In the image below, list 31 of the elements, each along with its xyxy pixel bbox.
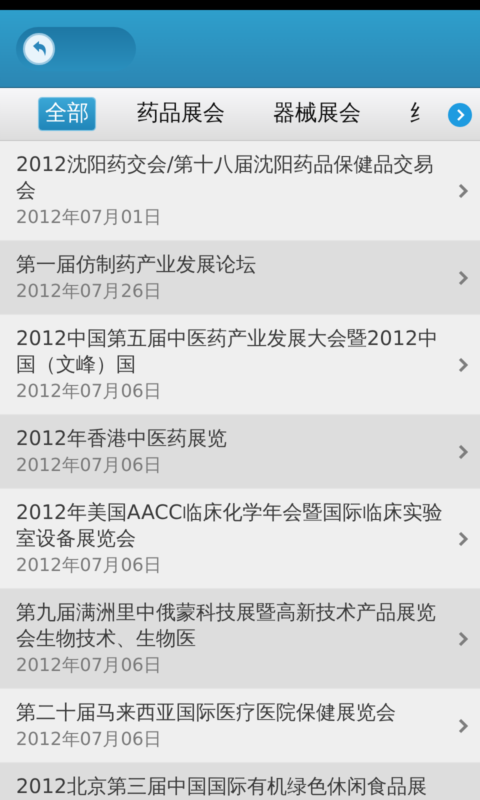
event-date: 2012年07月06日	[16, 654, 163, 678]
event-date: 2012年07月06日	[16, 728, 163, 752]
event-title: 2012中国第五届中医药产业发展大会暨2012中国（文峰）国	[16, 325, 439, 377]
event-date: 2012年07月26日	[16, 280, 163, 304]
chevron-right-icon	[458, 718, 468, 734]
chevron-right-icon	[458, 444, 468, 460]
category-tab[interactable]: 药品展会	[131, 98, 231, 130]
event-title: 第九届满洲里中俄蒙科技展暨高新技术产品展览会生物技术、生物医	[16, 599, 437, 651]
event-date: 2012年07月06日	[16, 380, 163, 404]
event-title: 第二十届马来西亚国际医疗医院保健展览会	[16, 699, 397, 725]
chevron-right-icon	[458, 270, 468, 286]
chevron-right-icon	[458, 630, 468, 646]
event-title: 第一届仿制药产业发展论坛	[16, 251, 257, 277]
event-row[interactable]: 2012年香港中医药展览 2012年07月06日	[0, 415, 480, 489]
chevron-right-icon	[458, 182, 468, 198]
event-title: 2012沈阳药交会/第十八届沈阳药品保健品交易会	[16, 151, 435, 203]
chevron-right-icon[interactable]	[448, 103, 472, 127]
event-row[interactable]: 2012北京第三届中国国际有机绿色休闲食品展	[0, 763, 480, 800]
event-title: 2012年美国AACC临床化学年会暨国际临床实验室设备展览会	[16, 499, 444, 551]
category-tab[interactable]: 纟	[403, 98, 437, 130]
category-tab[interactable]: 器械展会	[267, 98, 367, 130]
event-date: 2012年07月01日	[16, 206, 163, 230]
event-title: 2012北京第三届中国国际有机绿色休闲食品展	[16, 773, 428, 799]
event-date: 2012年07月06日	[16, 454, 163, 478]
back-button[interactable]	[16, 26, 136, 70]
chevron-right-icon	[458, 356, 468, 372]
event-row[interactable]: 第一届仿制药产业发展论坛 2012年07月26日	[0, 241, 480, 315]
chevron-right-icon	[458, 530, 468, 546]
event-row[interactable]: 第九届满洲里中俄蒙科技展暨高新技术产品展览会生物技术、生物医 2012年07月06日	[0, 589, 480, 689]
event-title: 2012年香港中医药展览	[16, 425, 228, 451]
event-date: 2012年07月06日	[16, 554, 163, 578]
